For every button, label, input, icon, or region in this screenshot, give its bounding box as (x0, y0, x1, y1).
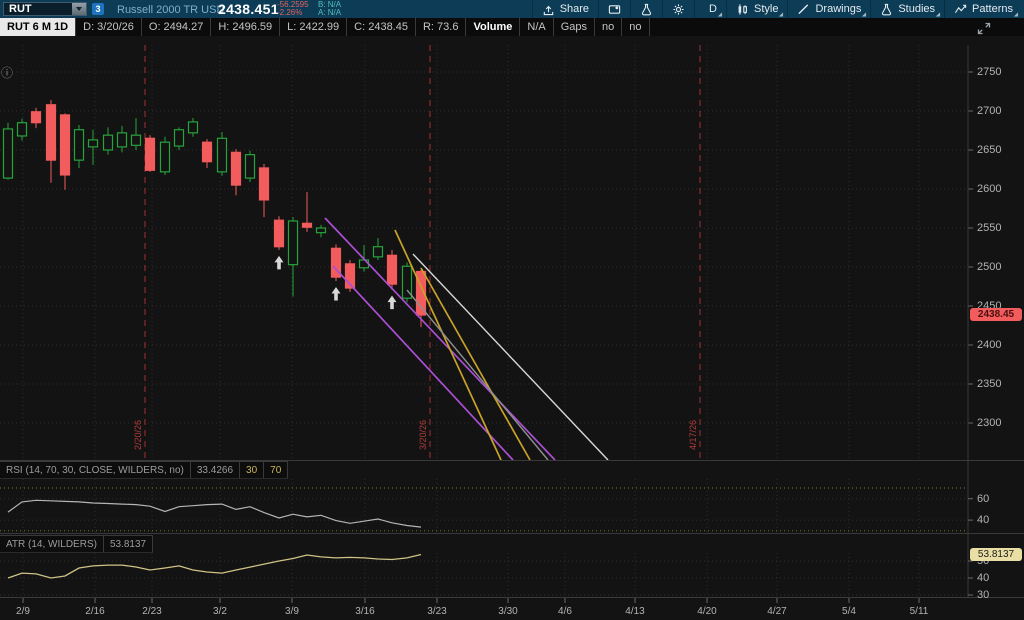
up-arrow-marker[interactable] (332, 287, 341, 301)
trendline-white[interactable] (413, 254, 608, 460)
waves-icon (954, 3, 967, 16)
toolbar-label: D (709, 3, 717, 15)
analyze-button[interactable] (630, 0, 662, 18)
candle-3/18[interactable] (388, 255, 397, 284)
symbol-value: RUT (4, 3, 32, 15)
candle-3/11[interactable] (317, 228, 326, 233)
flask-icon (640, 3, 653, 16)
toolbar-label: Share (560, 3, 589, 15)
link-badge[interactable]: 3 (92, 3, 104, 15)
status-cell-7[interactable]: Volume (466, 18, 520, 36)
candle-2/24[interactable] (161, 142, 170, 172)
chart-settings-button[interactable] (662, 0, 694, 18)
symbol-dropdown-button[interactable] (72, 3, 86, 15)
chart-toolbar: Share D Style Drawings Studies Patterns (532, 0, 1022, 18)
ohlc-status-bar: RUT 6 M 1DD: 3/20/26O: 2494.27H: 2496.59… (0, 18, 1024, 36)
up-arrow-marker[interactable] (275, 256, 284, 270)
candle-3/3[interactable] (232, 152, 241, 185)
chart-note-button[interactable] (598, 0, 630, 18)
last-price: 2438.451 (218, 1, 279, 17)
status-cell-2: O: 2494.27 (142, 18, 211, 36)
patterns-button[interactable]: Patterns (944, 0, 1022, 18)
candle-3/9[interactable] (289, 221, 298, 265)
share-button[interactable]: Share (532, 0, 598, 18)
candle-2/12[interactable] (61, 115, 70, 175)
candle-2/25[interactable] (175, 130, 184, 146)
candle-2/19[interactable] (118, 133, 127, 147)
candle-2/13[interactable] (75, 130, 84, 160)
candle-3/5[interactable] (260, 168, 269, 200)
status-cell-11[interactable]: no (622, 18, 649, 36)
change-percent: -2.26% (277, 9, 309, 17)
flask-icon (880, 3, 893, 16)
thinkorswim-chart-window: RUT 3 Russell 2000 TR USD 2438.451 -56.2… (0, 0, 1024, 620)
ask-value: A: N/A (318, 9, 341, 17)
status-cell-6: R: 73.6 (416, 18, 466, 36)
trendline-yellow[interactable] (421, 268, 530, 460)
style-button[interactable]: Style (726, 0, 787, 18)
toolbar-label: Studies (898, 3, 935, 15)
note-icon (608, 3, 621, 16)
candle-icon (736, 3, 749, 16)
bid-ask: B: N/A A: N/A (318, 1, 341, 17)
status-cell-5: C: 2438.45 (347, 18, 416, 36)
slash-icon (797, 3, 810, 16)
candle-2/9[interactable] (18, 123, 27, 136)
up-arrow-marker[interactable] (388, 296, 397, 310)
rsi-line (8, 500, 421, 527)
status-cell-1: D: 3/20/26 (76, 18, 142, 36)
status-cell-4: L: 2422.99 (280, 18, 347, 36)
status-cell-8[interactable]: N/A (520, 18, 553, 36)
price-change: -56.2595 -2.26% (277, 1, 309, 17)
candle-2/11[interactable] (47, 105, 56, 160)
status-cell-10[interactable]: no (595, 18, 622, 36)
studies-button[interactable]: Studies (870, 0, 944, 18)
candle-3/17[interactable] (374, 247, 383, 257)
candle-2/10[interactable] (32, 112, 41, 123)
candle-2/18[interactable] (104, 135, 113, 150)
chart-area[interactable]: 2750270026502600255025002450240023502300… (0, 36, 1024, 620)
status-cell-9[interactable]: Gaps (554, 18, 595, 36)
candle-3/10[interactable] (303, 223, 312, 227)
candle-2/23[interactable] (146, 138, 155, 170)
header-bar: RUT 3 Russell 2000 TR USD 2438.451 -56.2… (0, 0, 1024, 19)
trendline-yellow[interactable] (395, 230, 501, 460)
status-cell-0: RUT 6 M 1D (0, 18, 76, 36)
symbol-input[interactable]: RUT (3, 2, 87, 16)
candle-2/20[interactable] (132, 135, 141, 145)
timeframe-button[interactable]: D (694, 0, 726, 18)
share-icon (542, 3, 555, 16)
candle-3/2[interactable] (218, 138, 227, 172)
candle-2/6[interactable] (4, 129, 13, 178)
chart-svg (0, 36, 1024, 620)
candle-3/4[interactable] (246, 155, 255, 178)
trendline-purple[interactable] (325, 218, 555, 460)
chevron-down-icon (76, 7, 82, 11)
candle-2/17[interactable] (89, 140, 98, 147)
toolbar-label: Style (754, 3, 778, 15)
atr-line (8, 555, 421, 579)
candle-2/27[interactable] (203, 142, 212, 162)
candle-3/6[interactable] (275, 220, 284, 247)
toolbar-label: Patterns (972, 3, 1013, 15)
drawings-button[interactable]: Drawings (787, 0, 870, 18)
candle-2/26[interactable] (189, 122, 198, 133)
gear-icon (672, 3, 685, 16)
symbol-description: Russell 2000 TR USD (117, 4, 224, 16)
status-cell-3: H: 2496.59 (211, 18, 280, 36)
toolbar-label: Drawings (815, 3, 861, 15)
